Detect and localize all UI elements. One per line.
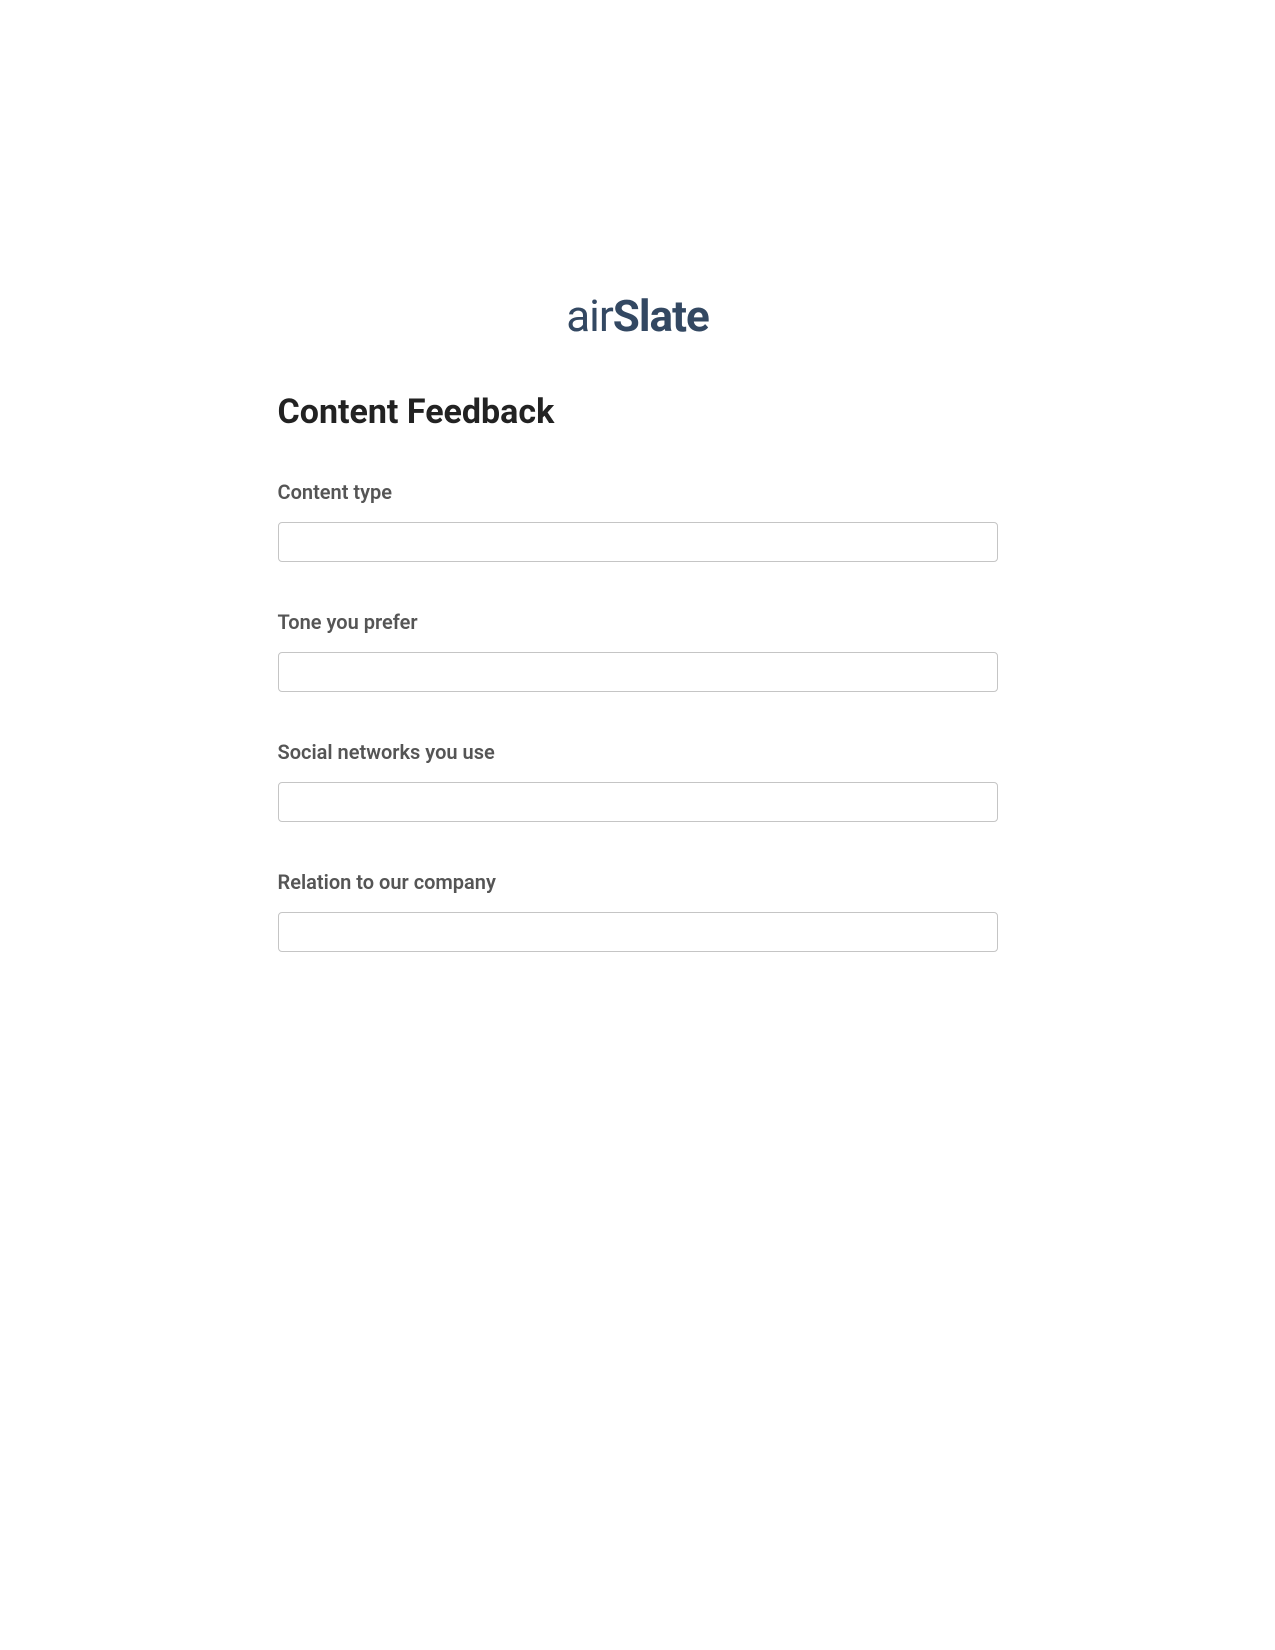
tone-label: Tone you prefer [278,610,998,634]
social-networks-label: Social networks you use [278,740,998,764]
tone-input[interactable] [278,652,998,692]
relation-label: Relation to our company [278,870,998,894]
social-networks-input[interactable] [278,782,998,822]
page-title: Content Feedback [278,392,998,432]
form-container: airSlate Content Feedback Content type T… [278,0,998,952]
field-content-type: Content type [278,480,998,562]
field-social-networks: Social networks you use [278,740,998,822]
logo-prefix: air [566,290,613,342]
content-type-label: Content type [278,480,998,504]
logo-suffix: Slate [613,290,709,342]
brand-logo: airSlate [566,290,708,342]
field-relation: Relation to our company [278,870,998,952]
content-type-input[interactable] [278,522,998,562]
relation-input[interactable] [278,912,998,952]
field-tone: Tone you prefer [278,610,998,692]
logo-wrap: airSlate [278,290,998,342]
